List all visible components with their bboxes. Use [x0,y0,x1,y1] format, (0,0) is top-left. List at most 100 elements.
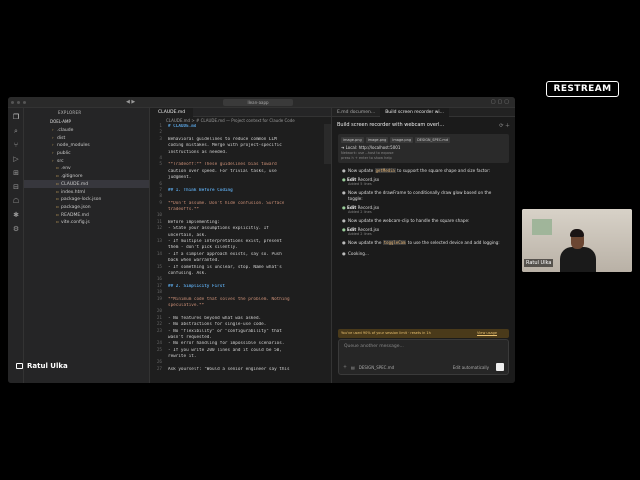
code-content[interactable]: 1 # CLAUDE.md 2 3 Behavioral guidelines to r… [150,124,323,373]
maximize-dot-icon[interactable] [23,100,26,104]
tree-item[interactable]: ▫ .gitignore [24,172,149,180]
tree-item[interactable]: ▫ .env [24,164,149,172]
source-control-icon[interactable]: ⑂ [12,141,20,149]
add-icon[interactable]: ＋ [343,364,347,370]
file-explorer: EXPLORER DOEL-AMP › .claude › dist › node_mod… [24,108,150,383]
tree-item[interactable]: ▫ vite.config.js [24,218,149,226]
tree-item[interactable]: ▫ package.json [24,203,149,211]
edit-result[interactable]: ● Edit Record.jsx Added 2 lines [332,226,515,237]
line-text: # CLAUDE.md [168,124,197,129]
view-usage-link[interactable]: View usage [477,329,497,338]
usage-text: You've used 90% of your session limit · … [341,331,431,335]
context-file[interactable]: DESIGN_SPEC.md [359,365,394,370]
message-body: Cooking... [348,251,369,257]
message-text-rest: to support the square shape and size fac… [397,168,491,173]
tree-item[interactable]: › node_modules [24,141,149,149]
edit-result[interactable]: ● Edit Record.jsx Added 2 lines [332,204,515,215]
screen-share: ◀ ▶ llean-aapp ▢▢▢ ❐ ⌕ ⑂ ▷ ⊞ ⊟ ☖ ✱ ⚙ EXP… [8,97,515,383]
message-text: Cooking... [348,251,369,256]
message-text-rest: to use the selected device and add loggi… [407,240,500,245]
send-button[interactable] [496,363,504,371]
tree-item-label: README.md [61,212,89,218]
line-text: judgment. [168,175,192,181]
edit-result[interactable]: ● Edit Record.jsx Added 5 lines [332,176,515,187]
assistant-message: ● Now update getMedia to support the squa… [332,165,515,176]
tab-claude-md[interactable]: CLAUDE.md [150,107,194,117]
message-body: Now update the drawFrame to conditionall… [348,190,507,202]
tree-item[interactable]: › public [24,149,149,157]
host-name: Ratul Ulka [27,362,68,370]
minimize-dot-icon[interactable] [17,100,20,104]
edit-mode[interactable]: Edit automatically [453,365,489,370]
command-search[interactable]: llean-aapp [223,99,293,106]
tree-item-label: .env [61,166,71,172]
tree-item[interactable]: ▫ index.html [24,188,149,196]
attachment-chip[interactable]: image.png [365,137,389,143]
breadcrumb[interactable]: CLAUDE.md > # CLAUDE.md — Project contex… [150,117,331,124]
line-text: ## 1. Think Before Coding [168,187,233,193]
file-chip-icon[interactable]: ▤ [351,365,355,370]
restream-logo: RESTREAM [546,81,619,97]
network-hint: Network: use --host to expose [341,151,394,155]
tree-item[interactable]: ▫ package-lock.json [24,195,149,203]
close-dot-icon[interactable] [11,100,14,104]
project-root[interactable]: DOEL-AMP [24,118,149,126]
edit-summary: Added 2 lines [348,232,372,236]
claude-chat-panel: E.md documen... Build screen recorder wi… [331,107,515,383]
remote-icon[interactable]: ⊟ [12,183,20,191]
code-editor: CLAUDE.md CLAUDE.md > # CLAUDE.md — Proj… [150,107,331,383]
wall-poster [532,219,552,235]
robot-icon[interactable]: ☖ [12,197,20,205]
assistant-message: ● Now update the drawFrame to conditional… [332,187,515,204]
tab-doc[interactable]: E.md documen... [332,108,380,117]
tab-build-recorder[interactable]: Build screen recorder wi... [380,107,449,117]
gear-icon[interactable]: ⚙ [12,225,20,233]
tree-item-label: public [57,151,71,157]
help-hint: press h + enter to show help [341,156,392,160]
message-text: Now update the webcam-clip to handle the… [348,218,470,223]
history-icon[interactable]: ⟳ ＋ [499,122,510,129]
layout-icons[interactable]: ▢▢▢ [491,99,511,105]
host-label: Ratul Ulka [16,362,68,370]
nav-arrows-icon[interactable]: ◀ ▶ [126,99,135,105]
attachment-chip[interactable]: image.png [390,137,414,143]
minimap[interactable] [324,124,331,164]
tree-item[interactable]: › dist [24,134,149,142]
chat-tabs: E.md documen... Build screen recorder wi… [332,107,515,117]
file-tree: › .claude › dist › node_modules › public › src ▫ .e… [24,126,149,226]
explorer-header: EXPLORER [58,110,82,115]
usage-warning: You've used 90% of your session limit · … [338,329,509,338]
tree-item[interactable]: › src [24,157,149,165]
attachment-chip[interactable]: DESIGN_SPEC.md [415,137,451,143]
message-input[interactable]: Queue another message... [339,340,508,353]
tree-item-label: .gitignore [61,174,83,180]
message-input-box[interactable]: Queue another message... ＋ ▤ DESIGN_SPEC… [338,339,509,375]
run-debug-icon[interactable]: ▷ [12,155,20,163]
tree-item[interactable]: ▫ README.md [24,211,149,219]
message-text: Now update [348,168,374,173]
tree-item[interactable]: › .claude [24,126,149,134]
line-text: speculative.** [168,302,205,308]
attachment-chip[interactable]: image.png [341,137,364,143]
line-text: rewrite it. [168,354,197,360]
webcam-name-label: Ratul Ulka [524,259,554,267]
files-icon[interactable]: ❐ [12,113,20,121]
star-icon[interactable]: ✱ [12,211,20,219]
assistant-message: ● Now update the toggleCam to use the sel… [332,237,515,248]
local-url[interactable]: http://localhost:5001 [359,145,401,150]
line-text: tradeoffs.** [168,207,200,213]
line-text: confusing. Ask. [168,270,207,276]
message-body: Now update the webcam-clip to handle the… [348,218,469,224]
search-icon[interactable]: ⌕ [12,127,20,135]
line-text: instructions as needed. [168,149,228,155]
tree-item-label: vite.config.js [61,220,90,226]
editor-tabs: CLAUDE.md [150,107,331,117]
extensions-icon[interactable]: ⊞ [12,169,20,177]
tree-item[interactable]: ▫ CLAUDE.md [24,179,149,188]
context-box: image.png image.png image.png DESIGN_SPE… [338,134,509,163]
webcam-feed: Ratul Ulka [522,209,632,272]
code-line[interactable]: 27 Ask yourself: "Would a senior engineer… [150,367,323,373]
person-body [560,247,596,272]
tree-item-label: .claude [57,128,74,133]
chat-title: Build screen recorder with webcam overl.… [337,122,445,128]
